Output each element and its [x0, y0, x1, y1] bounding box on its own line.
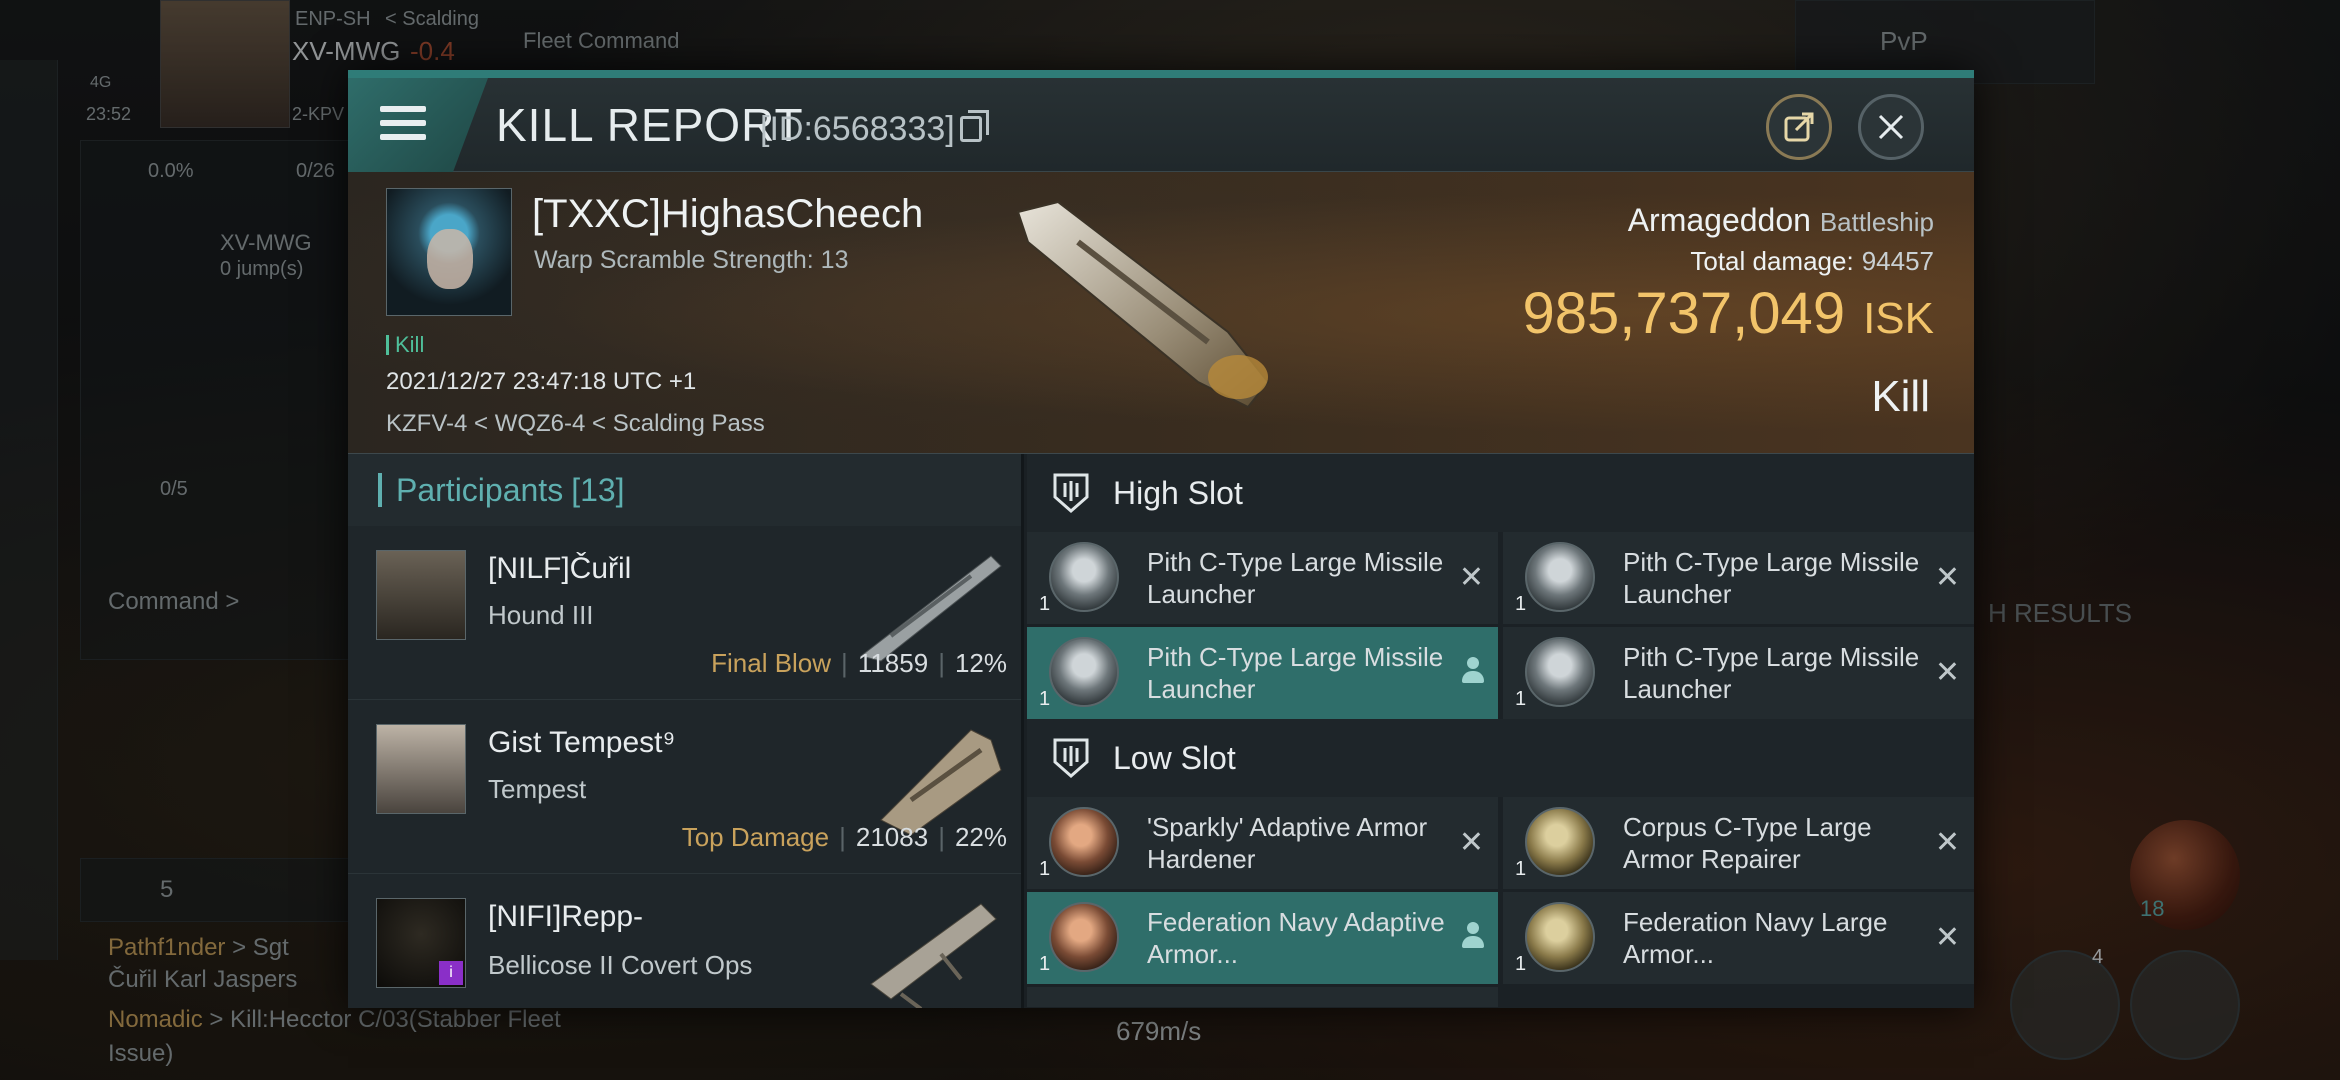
destroyed-x-icon: ✕: [1934, 921, 1960, 954]
missile-launcher-icon: [1049, 542, 1119, 612]
module-qty: 1: [1515, 953, 1527, 975]
participant-ship: Bellicose II Covert Ops: [488, 950, 753, 980]
dropped-person-icon: [1462, 657, 1484, 685]
participant-avatar: [376, 550, 466, 640]
module-name: Pith C-Type Large Missile Launcher: [1623, 547, 1920, 609]
module-qty: 1: [1515, 688, 1527, 710]
module-name: Federation Navy Adaptive Armor...: [1147, 907, 1445, 969]
share-button[interactable]: [1766, 94, 1832, 160]
participant-avatar: i: [376, 898, 466, 988]
participant-stats: Final Blow | 11859 | 12%: [711, 648, 1007, 678]
victim-ship[interactable]: Armageddon Battleship: [1628, 202, 1934, 239]
participant-name: Gist Tempest⁹: [488, 726, 676, 759]
participant-ship: Tempest: [488, 774, 587, 804]
module-name: Pith C-Type Large Missile Launcher: [1147, 547, 1444, 609]
participant-row[interactable]: [NILF]Čuřil Hound III Final Blow | 11859 | 1…: [348, 526, 1021, 700]
high-slot-items: 1 Pith C-Type Large Missile Launcher ✕ 1…: [1027, 532, 1974, 719]
destroyed-x-icon: ✕: [1458, 826, 1484, 859]
menu-button[interactable]: [348, 78, 488, 172]
module-item[interactable]: 1 Pith C-Type Large Missile Launcher ✕: [1027, 532, 1498, 624]
participant-ship: Hound III: [488, 600, 594, 630]
high-slot-icon: [1053, 473, 1089, 513]
missile-launcher-icon: [1525, 637, 1595, 707]
low-slot-items: 1 'Sparkly' Adaptive Armor Hardener ✕ 1 …: [1027, 797, 1974, 984]
share-icon: [1784, 112, 1814, 142]
armor-hardener-icon: [1049, 807, 1119, 877]
result-label: Kill: [1871, 372, 1930, 421]
dropped-person-icon: [1462, 922, 1484, 950]
kill-tag: Kill: [386, 332, 424, 358]
ship-class: Battleship: [1819, 207, 1934, 237]
isk-value: 985,737,049 ISK: [1522, 281, 1934, 346]
destroyed-x-icon: ✕: [1934, 561, 1960, 594]
module-name: Pith C-Type Large Missile Launcher: [1147, 642, 1444, 704]
module-name: Corpus C-Type Large Armor Repairer: [1623, 812, 1872, 874]
participant-ship-image: [859, 555, 1002, 662]
module-item[interactable]: 1 Corpus C-Type Large Armor Repairer ✕: [1503, 797, 1974, 889]
module-item[interactable]: 1 Pith C-Type Large Missile Launcher: [1027, 627, 1498, 719]
low-slot-icon: [1053, 738, 1089, 778]
high-slot-header: High Slot: [1027, 454, 1974, 532]
armor-hardener-icon: [1049, 902, 1119, 972]
modal-header: KILL REPORT [ID:6568333]: [348, 78, 1974, 172]
module-qty: 1: [1039, 953, 1051, 975]
armor-repairer-icon: [1525, 807, 1595, 877]
module-item[interactable]: 1 'Sparkly' Adaptive Armor Hardener ✕: [1027, 797, 1498, 889]
modal-title: KILL REPORT: [496, 99, 804, 151]
missile-launcher-icon: [1049, 637, 1119, 707]
module-qty: 1: [1039, 858, 1051, 880]
victim-portrait[interactable]: [386, 188, 512, 316]
participant-stats: Top Damage | 21083 | 22%: [681, 822, 1007, 852]
participant-name: [NILF]Čuřil: [488, 552, 632, 585]
participant-name: [NIFI]Repp-: [488, 900, 644, 933]
armor-repairer-icon: [1525, 902, 1595, 972]
kill-location[interactable]: KZFV-4 < WQZ6-4 < Scalding Pass: [386, 410, 765, 438]
destroyed-x-icon: ✕: [1934, 656, 1960, 689]
hamburger-icon: [380, 106, 426, 148]
close-icon: [1878, 114, 1904, 140]
participant-ship-image: [880, 729, 1002, 836]
destroyed-x-icon: ✕: [1934, 826, 1960, 859]
participants-header: Participants [13]: [348, 454, 1021, 526]
module-item-partial[interactable]: [1027, 987, 1498, 1007]
copy-icon[interactable]: [960, 110, 989, 142]
participant-avatar: [376, 724, 466, 814]
module-name: 'Sparkly' Adaptive Armor Hardener: [1147, 812, 1428, 874]
victim-banner: [TXXC]HighasCheech Warp Scramble Strengt…: [348, 172, 1974, 454]
module-name: Federation Navy Large Armor...: [1623, 907, 1888, 969]
participant-ship-image: [870, 903, 997, 1008]
fitting-panel: High Slot 1 Pith C-Type Large Missile La…: [1027, 454, 1974, 1008]
participant-row[interactable]: Gist Tempest⁹ Tempest Top Damage | 21083 | 2…: [348, 700, 1021, 874]
module-qty: 1: [1039, 688, 1051, 710]
module-item[interactable]: 1 Pith C-Type Large Missile Launcher ✕: [1503, 627, 1974, 719]
victim-name[interactable]: [TXXC]HighasCheech: [532, 192, 923, 237]
info-badge-icon: i: [439, 961, 463, 985]
destroyed-x-icon: ✕: [1458, 561, 1484, 594]
close-button[interactable]: [1858, 94, 1924, 160]
victim-ship-image: [1016, 200, 1270, 409]
kill-report-modal: KILL REPORT [ID:6568333] [TXXC]HighasChe…: [348, 70, 1974, 1008]
module-item[interactable]: 1 Pith C-Type Large Missile Launcher ✕: [1503, 532, 1974, 624]
participants-panel: Participants [13] [NILF]Čuřil Hound III F…: [348, 454, 1024, 1008]
module-item[interactable]: 1 Federation Navy Adaptive Armor...: [1027, 892, 1498, 984]
module-qty: 1: [1515, 593, 1527, 615]
low-slot-header: Low Slot: [1027, 719, 1974, 797]
module-item[interactable]: 1 Federation Navy Large Armor... ✕: [1503, 892, 1974, 984]
warp-scramble-strength: Warp Scramble Strength: 13: [534, 246, 849, 274]
module-qty: 1: [1515, 858, 1527, 880]
missile-launcher-icon: [1525, 542, 1595, 612]
module-name: Pith C-Type Large Missile Launcher: [1623, 642, 1920, 704]
kill-datetime: 2021/12/27 23:47:18 UTC +1: [386, 368, 697, 395]
participant-row[interactable]: i [NIFI]Repp- Bellicose II Covert Ops: [348, 874, 1021, 1008]
module-qty: 1: [1039, 593, 1051, 615]
report-id: [ID:6568333]: [760, 110, 955, 148]
total-damage: Total damage: 94457: [1690, 246, 1934, 276]
